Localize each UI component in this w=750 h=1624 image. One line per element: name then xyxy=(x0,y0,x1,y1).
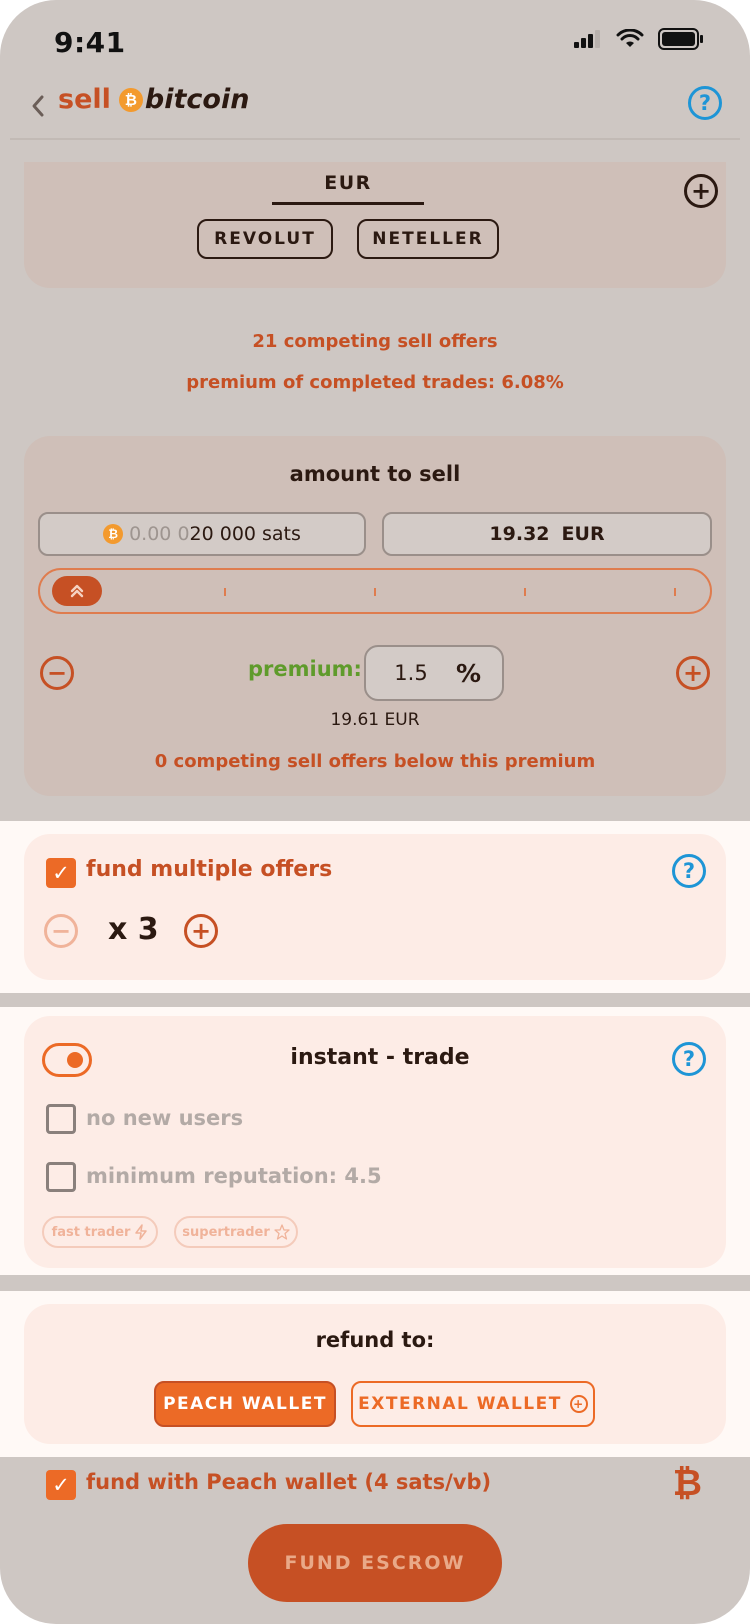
checkmark-icon: ✓ xyxy=(52,861,70,885)
header-help-button[interactable]: ? xyxy=(688,86,722,120)
fiat-currency: EUR xyxy=(561,523,605,545)
instant-trade-help-button[interactable]: ? xyxy=(672,1042,706,1076)
fund-multiple-card xyxy=(24,834,726,980)
no-new-users-label: no new users xyxy=(86,1106,244,1130)
signal-icon xyxy=(574,30,600,48)
payment-method-neteller[interactable]: NETELLER xyxy=(357,219,499,259)
plus-icon: + xyxy=(690,177,712,205)
min-reputation-checkbox[interactable] xyxy=(46,1162,76,1192)
checkmark-icon: ✓ xyxy=(52,1473,70,1497)
amount-title: amount to sell xyxy=(289,462,461,486)
sats-value: 20 000 xyxy=(189,523,257,545)
slider-tick xyxy=(224,588,226,596)
amount-slider-handle[interactable] xyxy=(52,576,102,606)
tab-currency-eur[interactable]: EUR xyxy=(272,172,424,194)
tab-active-indicator xyxy=(272,202,424,205)
status-icons xyxy=(572,28,704,50)
tag-supertrader[interactable]: supertrader xyxy=(174,1216,298,1248)
premium-value: 1.5 xyxy=(394,661,428,685)
slider-tick xyxy=(374,588,376,596)
question-icon: ? xyxy=(682,1047,696,1071)
below-premium-text: 0 competing sell offers below this premi… xyxy=(154,751,596,772)
back-button[interactable] xyxy=(22,86,62,126)
no-new-users-checkbox[interactable] xyxy=(46,1104,76,1134)
refund-title: refund to: xyxy=(315,1328,435,1352)
premium-decrease-button[interactable]: − xyxy=(40,656,74,690)
fund-escrow-button[interactable]: FUND ESCROW xyxy=(248,1524,502,1602)
amount-card xyxy=(24,436,726,796)
min-reputation-label: minimum reputation: 4.5 xyxy=(86,1164,382,1188)
increase-offers-button[interactable]: + xyxy=(184,914,218,948)
percent-unit: % xyxy=(456,658,482,688)
sats-amount-field[interactable]: ₿ 0.00 0 20 000 sats xyxy=(38,512,366,556)
plus-icon: + xyxy=(190,917,212,945)
slider-tick xyxy=(524,588,526,596)
header-divider xyxy=(10,138,740,140)
sats-leading-zeros: 0.00 0 xyxy=(129,523,190,545)
offer-count: x 3 xyxy=(108,912,159,947)
lightning-icon xyxy=(135,1224,148,1240)
star-icon xyxy=(274,1224,290,1240)
question-icon: ? xyxy=(698,91,712,115)
fund-with-peach-label: fund with Peach wallet (4 sats/vb) xyxy=(86,1470,492,1494)
fund-multiple-label: fund multiple offers xyxy=(86,857,333,882)
premium-label: premium: xyxy=(248,657,362,681)
wifi-icon xyxy=(616,29,644,47)
title-bitcoin: bitcoin xyxy=(144,84,250,115)
chevron-left-icon xyxy=(32,95,44,117)
decrease-offers-button[interactable]: − xyxy=(44,914,78,948)
title-sell: sell xyxy=(58,84,111,115)
fund-multiple-help-button[interactable]: ? xyxy=(672,854,706,888)
plus-icon: + xyxy=(682,659,704,687)
add-payment-method-button[interactable]: + xyxy=(684,174,718,208)
status-time: 9:41 xyxy=(54,26,126,59)
external-wallet-button[interactable]: EXTERNAL WALLET + xyxy=(351,1381,595,1427)
page-title: sell ₿ bitcoin xyxy=(58,84,249,115)
fund-with-peach-checkbox[interactable]: ✓ xyxy=(46,1470,76,1500)
payment-method-revolut[interactable]: REVOLUT xyxy=(197,219,333,259)
premium-eur-value: 19.61 EUR xyxy=(330,710,420,730)
premium-increase-button[interactable]: + xyxy=(676,656,710,690)
bitcoin-coin-icon: ₿ xyxy=(118,87,143,112)
instant-trade-title: instant - trade xyxy=(290,1045,470,1070)
bitcoin-coin-icon: ₿ xyxy=(103,524,124,544)
minus-icon: − xyxy=(46,659,68,687)
double-chevron-up-icon xyxy=(70,584,84,598)
battery-icon xyxy=(658,28,703,50)
sats-unit: sats xyxy=(262,523,301,545)
fiat-value: 19.32 xyxy=(489,523,550,545)
bitcoin-icon[interactable]: ₿ xyxy=(673,1462,702,1504)
external-wallet-label: EXTERNAL WALLET xyxy=(358,1394,562,1414)
premium-input[interactable]: 1.5 % xyxy=(364,645,504,701)
minus-icon: − xyxy=(50,917,72,945)
fund-multiple-checkbox[interactable]: ✓ xyxy=(46,858,76,888)
slider-tick xyxy=(674,588,676,596)
tag-fast-trader[interactable]: fast trader xyxy=(42,1216,158,1248)
question-icon: ? xyxy=(682,859,696,883)
premium-completed-text: premium of completed trades: 6.08% xyxy=(186,372,564,393)
competing-offers-text: 21 competing sell offers xyxy=(252,331,498,352)
peach-wallet-button[interactable]: PEACH WALLET xyxy=(154,1381,336,1427)
fiat-amount-field[interactable]: 19.32 EUR xyxy=(382,512,712,556)
plus-icon: + xyxy=(569,1395,588,1413)
app-screen: 9:41 sell ₿ bitcoin ? EUR + REVOLUT NETE… xyxy=(0,0,750,1624)
tag-supertrader-label: supertrader xyxy=(182,1224,270,1240)
tag-fast-trader-label: fast trader xyxy=(51,1224,131,1240)
